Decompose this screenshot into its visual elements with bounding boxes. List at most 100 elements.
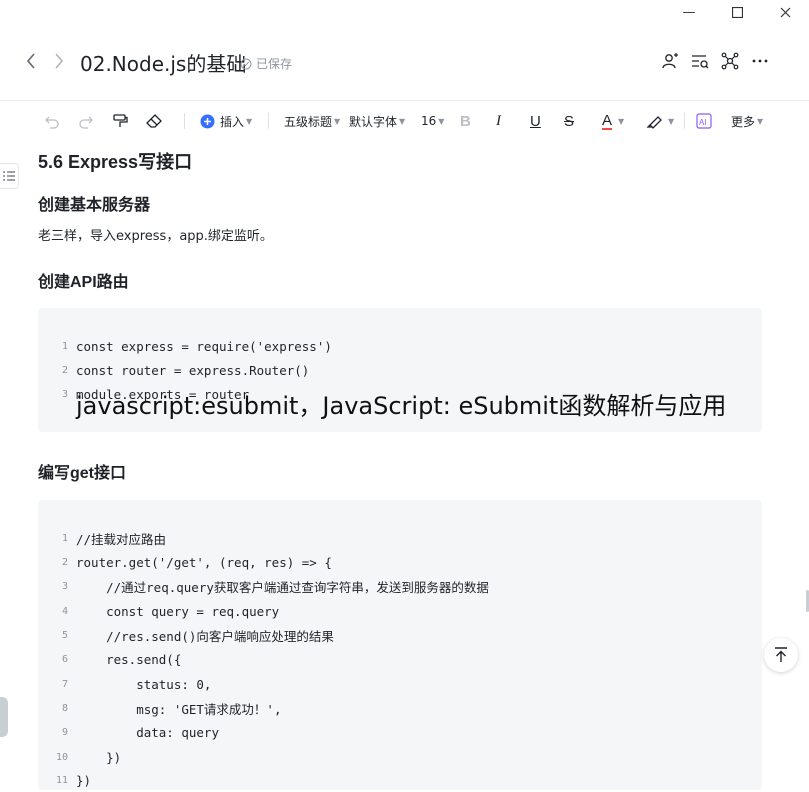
redo-button[interactable] (78, 109, 94, 133)
maximize-icon (731, 6, 743, 18)
more-label: 更多 (731, 114, 756, 129)
code-text: data: query (76, 724, 219, 740)
code-line: 4 const query = req.query (38, 599, 279, 623)
paragraph-server: 老三样，导入express，app.绑定监听。 (38, 229, 273, 244)
more-button[interactable] (751, 52, 769, 70)
undo-button[interactable] (44, 109, 60, 133)
strikethrough-button[interactable]: S (564, 109, 574, 133)
toolbar-divider (268, 113, 269, 129)
heading-dropdown[interactable]: 五级标题 ▼ (284, 109, 340, 133)
code-text: router.get('/get', (req, res) => { (76, 554, 332, 570)
undo-icon (45, 116, 59, 129)
section-heading: 5.6 Express写接口 (38, 152, 193, 172)
left-collapse-handle[interactable] (0, 697, 8, 737)
chevron-down-icon: ▼ (438, 116, 445, 126)
code-line: 1 //挂载对应路由 (38, 526, 166, 550)
code-text: //通过req.query获取客户端通过查询字符串，发送到服务器的数据 (76, 579, 489, 595)
text-color-icon: A (602, 111, 613, 130)
back-to-top-button[interactable] (764, 638, 798, 672)
more-icon (752, 59, 768, 63)
outline-search-icon (692, 55, 709, 69)
code-text: status: 0, (76, 676, 212, 692)
saved-label: 已保存 (256, 57, 293, 71)
svg-text:AI: AI (699, 118, 707, 127)
format-painter-icon (113, 114, 128, 127)
font-size-dropdown[interactable]: 16 ▼ (421, 109, 444, 133)
code-line: 7 status: 0, (38, 672, 212, 696)
chevron-down-icon: ▼ (757, 116, 764, 126)
code-text: msg: 'GET请求成功！', (76, 701, 282, 717)
code-line: 1 const express = require('express') (38, 334, 332, 358)
code-line: 10 }) (38, 745, 121, 769)
line-number: 6 (61, 653, 68, 665)
line-number: 5 (61, 629, 68, 641)
outline-search-button[interactable] (691, 52, 709, 70)
line-number: 3 (61, 580, 68, 592)
document-title[interactable]: 02.Node.js的基础 (80, 48, 246, 77)
mindmap-button[interactable] (721, 52, 739, 70)
line-number: 1 (61, 532, 68, 544)
insert-label: 插入 (220, 114, 245, 129)
line-number: 2 (61, 364, 68, 376)
code-text: }) (76, 772, 92, 788)
line-number: 3 (61, 388, 68, 400)
document-header: 02.Node.js的基础 已保存 (0, 36, 809, 92)
code-line: 5 //res.send()向客户端响应处理的结果 (38, 623, 334, 647)
code-line: 9 data: query (38, 720, 219, 744)
ai-button[interactable]: AI (696, 109, 712, 133)
toolbar-divider (684, 113, 685, 129)
subheading-get-api: 编写get接口 (38, 465, 127, 482)
code-line: 8 msg: 'GET请求成功！', (38, 696, 282, 720)
italic-button[interactable]: I (496, 109, 501, 133)
forward-button[interactable] (48, 50, 70, 72)
eraser-icon (146, 114, 162, 128)
font-size-label: 16 (421, 114, 437, 128)
share-user-icon (662, 53, 678, 69)
check-circle-icon (240, 58, 252, 69)
line-number: 4 (61, 605, 68, 617)
code-text: const router = express.Router() (76, 362, 310, 378)
code-text: const express = require('express') (76, 338, 332, 354)
clear-format-button[interactable] (146, 109, 162, 133)
bold-icon: B (460, 112, 471, 130)
italic-icon: I (496, 112, 501, 129)
format-painter-button[interactable] (112, 109, 128, 133)
outline-toggle-button[interactable] (0, 163, 19, 189)
saved-status: 已保存 (240, 55, 292, 72)
close-button[interactable] (761, 0, 809, 24)
redo-icon (79, 116, 93, 129)
subheading-api-router: 创建API路由 (38, 274, 129, 291)
bold-button[interactable]: B (460, 109, 471, 133)
window-controls: — (665, 0, 809, 24)
share-user-button[interactable] (661, 52, 679, 70)
plus-circle-icon (200, 114, 215, 128)
code-text: //挂载对应路由 (76, 531, 167, 547)
close-icon (780, 7, 790, 17)
chevron-down-icon: ▼ (618, 116, 625, 126)
minimize-button[interactable]: — (665, 0, 713, 24)
underline-button[interactable]: U (530, 109, 541, 133)
underline-icon: U (530, 112, 541, 130)
maximize-button[interactable] (713, 0, 761, 24)
insert-dropdown[interactable]: 插入 ▼ (200, 109, 252, 133)
back-button[interactable] (20, 50, 42, 72)
more-dropdown[interactable]: 更多 ▼ (731, 109, 763, 133)
overlay-caption: javascript:esubmit，JavaScript: eSubmit函数… (76, 392, 727, 420)
code-line: 11}) (38, 768, 91, 792)
code-text: const query = req.query (76, 603, 280, 619)
header-tools (661, 52, 769, 70)
toolbar-divider (184, 113, 185, 129)
line-number: 10 (55, 751, 68, 763)
font-dropdown[interactable]: 默认字体 ▼ (349, 109, 405, 133)
highlighter-icon (646, 116, 662, 129)
code-text: }) (76, 749, 122, 765)
code-block-get[interactable]: 1 //挂载对应路由 2 router.get('/get', (req, res)… (38, 500, 762, 790)
text-color-dropdown[interactable]: A ▼ (602, 109, 624, 133)
code-text: //res.send()向客户端响应处理的结果 (76, 628, 334, 644)
list-icon (3, 171, 15, 181)
code-line: 6 res.send({ (38, 647, 181, 671)
back-icon (26, 53, 35, 69)
line-number: 9 (61, 726, 68, 738)
line-number: 2 (61, 556, 68, 568)
highlight-dropdown[interactable]: ▼ (646, 109, 674, 133)
